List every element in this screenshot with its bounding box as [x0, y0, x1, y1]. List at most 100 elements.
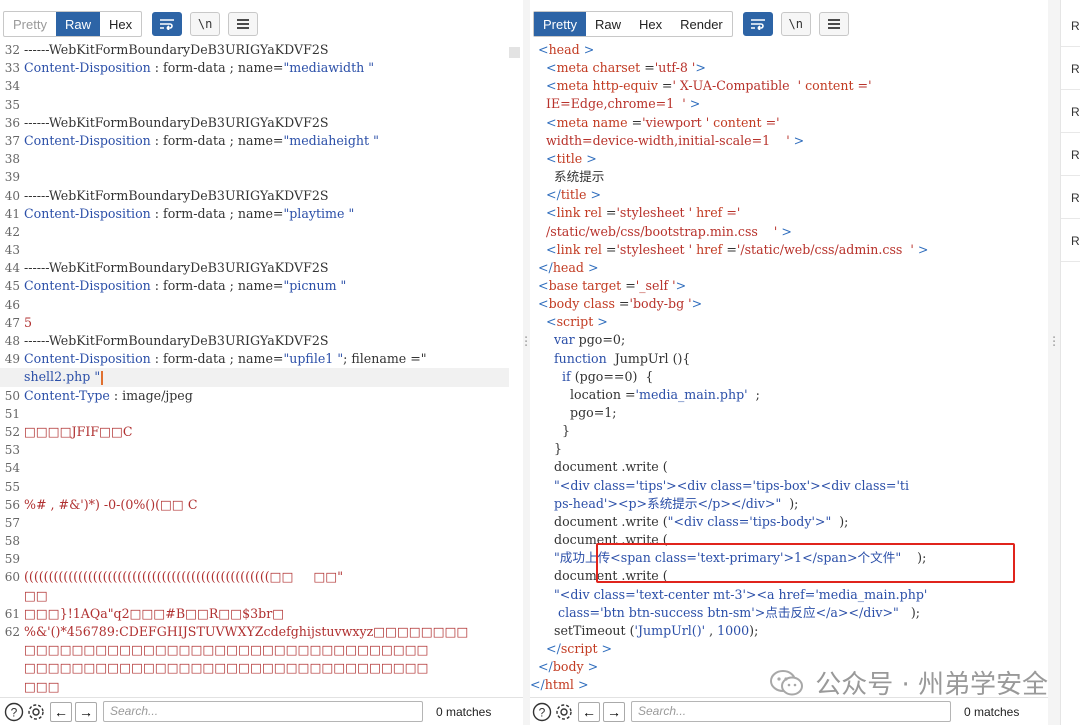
side-item[interactable]: R — [1061, 177, 1080, 219]
pane-splitter[interactable]: · · · — [1048, 0, 1060, 725]
line-number: 39 — [4, 170, 20, 185]
code-line: <base target ='_self '> — [530, 277, 686, 295]
side-item[interactable]: R — [1061, 220, 1080, 262]
code-line: "<div class='text-center mt-3'><a href='… — [530, 586, 927, 604]
code-token: ------WebKitFormBoundaryDeB3URIGYaKDVF2S — [24, 333, 329, 348]
pane-splitter[interactable]: · · · — [523, 0, 530, 725]
side-item[interactable]: R — [1061, 5, 1080, 47]
code-token: , — [705, 622, 718, 638]
code-token: meta — [556, 114, 589, 130]
search-input[interactable]: Search... — [631, 701, 951, 722]
code-token: > — [695, 60, 706, 76]
code-token: ; filename =" — [343, 351, 427, 367]
code-token: pgo=0; — [574, 332, 626, 348]
code-token: = — [614, 296, 630, 312]
newline-icon[interactable]: \n — [190, 12, 221, 36]
help-icon[interactable]: ? — [531, 701, 553, 723]
code-token: class='btn btn-success btn-sm'>点击反应</a><… — [530, 604, 899, 620]
code-line: 51 — [0, 405, 509, 423]
code-token: http-equiv — [588, 78, 658, 94]
code-token: ------WebKitFormBoundaryDeB3URIGYaKDVF2S — [24, 260, 329, 276]
code-line: □□□□□□□□□□□□□□□□□□□□□□□□□□□□□□□□□□ — [0, 659, 509, 677]
code-token: < — [530, 150, 557, 166]
code-line: <link rel ='stylesheet ' href =' — [530, 204, 740, 222]
request-editor[interactable]: 32 ------WebKitFormBoundaryDeB3URIGYaKDVF… — [0, 41, 509, 695]
code-token: □□□}!1AQa"q2□□□#B□□R□□$3br□ — [24, 605, 285, 621]
code-token: content — [801, 78, 854, 94]
code-token: ); — [831, 513, 849, 529]
tab-hex[interactable]: Hex — [100, 12, 141, 36]
code-token: □□□□□□□□□□□□□□□□□□□□□□□□□□□□□□□□□□ — [24, 660, 429, 676]
code-line: 41 Content-Disposition : form-data ; name… — [0, 205, 509, 223]
code-line: document .write ("<div class='tips-body'… — [530, 513, 848, 531]
code-token: charset — [588, 60, 641, 76]
settings-icon[interactable] — [25, 701, 47, 723]
code-token: title — [560, 187, 587, 203]
code-token: > — [582, 150, 597, 166]
drag-handle-icon[interactable]: · · · — [1052, 332, 1056, 353]
code-token: </ — [530, 640, 561, 656]
tab-hex[interactable]: Hex — [630, 12, 671, 36]
arrow-left-icon[interactable]: ← — [578, 701, 600, 722]
hamburger-menu-icon[interactable] — [818, 12, 849, 36]
code-line: 62 %&'()*456789:CDEFGHIJSTUVWXYZcdefghijs… — [0, 623, 509, 641]
match-count: 0 matches — [964, 704, 1020, 719]
code-line: 32 ------WebKitFormBoundaryDeB3URIGYaKDVF… — [0, 41, 509, 59]
line-number: 44 — [4, 261, 20, 276]
code-line: </head > — [530, 259, 599, 277]
code-line: setTimeout ('JumpUrl()' , 1000); — [530, 622, 758, 640]
newline-icon[interactable]: \n — [780, 12, 811, 36]
tab-pretty[interactable]: Pretty — [534, 12, 586, 36]
code-line: location ='media_main.php' ; — [530, 386, 760, 404]
code-token: title — [556, 150, 583, 166]
scrollbar-up[interactable] — [509, 47, 520, 58]
code-token: Content-Disposition — [24, 60, 151, 76]
line-number: 57 — [4, 515, 20, 530]
code-token: link — [556, 241, 581, 257]
tab-pretty[interactable]: Pretty — [4, 12, 56, 36]
code-line: 48 ------WebKitFormBoundaryDeB3URIGYaKDVF… — [0, 332, 509, 350]
code-token: 'viewport ' — [642, 114, 710, 130]
arrow-right-icon[interactable]: → — [603, 701, 625, 722]
code-token: □□□□□□□□□□□□□□□□□□□□□□□□□□□□□□□□□□ — [24, 642, 429, 658]
side-item[interactable]: R — [1061, 48, 1080, 90]
code-token: body — [548, 296, 580, 312]
code-line: class='btn btn-success btn-sm'>点击反应</a><… — [530, 604, 920, 622]
arrow-left-icon[interactable]: ← — [50, 701, 72, 722]
request-pane: Pretty Raw Hex \n 32 ------WebKitFormBoun… — [0, 0, 523, 725]
code-line: } — [530, 440, 562, 458]
response-editor[interactable]: <head > <meta charset ='utf-8 '> <meta h… — [530, 41, 1052, 695]
code-token: head — [548, 42, 580, 57]
code-token: </ — [530, 187, 561, 203]
settings-icon[interactable] — [553, 701, 575, 723]
code-token: ps-head'><p>系统提示</p></div>" — [530, 495, 782, 511]
code-line: </body > — [530, 658, 598, 676]
code-token: meta — [556, 60, 589, 76]
code-line: "<div class='tips'><div class='tips-box'… — [530, 477, 909, 495]
help-icon[interactable]: ? — [3, 701, 25, 723]
code-token: var — [530, 332, 575, 348]
wrap-lines-icon[interactable] — [152, 12, 183, 36]
tab-raw[interactable]: Raw — [55, 12, 100, 36]
side-item[interactable]: R — [1061, 91, 1080, 133]
tab-raw[interactable]: Raw — [586, 12, 630, 36]
code-line: 53 — [0, 441, 509, 459]
search-input[interactable]: Search... — [103, 701, 423, 722]
line-number: 56 — [4, 497, 20, 512]
line-number: 38 — [4, 152, 20, 167]
line-number: 53 — [4, 443, 20, 458]
code-token: ); — [781, 495, 799, 511]
hamburger-menu-icon[interactable] — [228, 12, 259, 36]
drag-handle-icon[interactable]: · · · — [524, 332, 528, 353]
code-token: base — [548, 277, 579, 293]
code-token: = — [601, 205, 617, 221]
wrap-lines-icon[interactable] — [742, 12, 773, 36]
side-item[interactable]: R — [1061, 134, 1080, 176]
code-token: /static/web/css/bootstrap.min.css ' — [530, 223, 778, 239]
code-token: =' — [722, 205, 741, 221]
code-line: 42 — [0, 223, 509, 241]
arrow-right-icon[interactable]: → — [75, 701, 97, 722]
line-number: 50 — [4, 388, 20, 403]
code-token: document .write ( — [530, 459, 668, 475]
tab-render[interactable]: Render — [671, 12, 732, 36]
